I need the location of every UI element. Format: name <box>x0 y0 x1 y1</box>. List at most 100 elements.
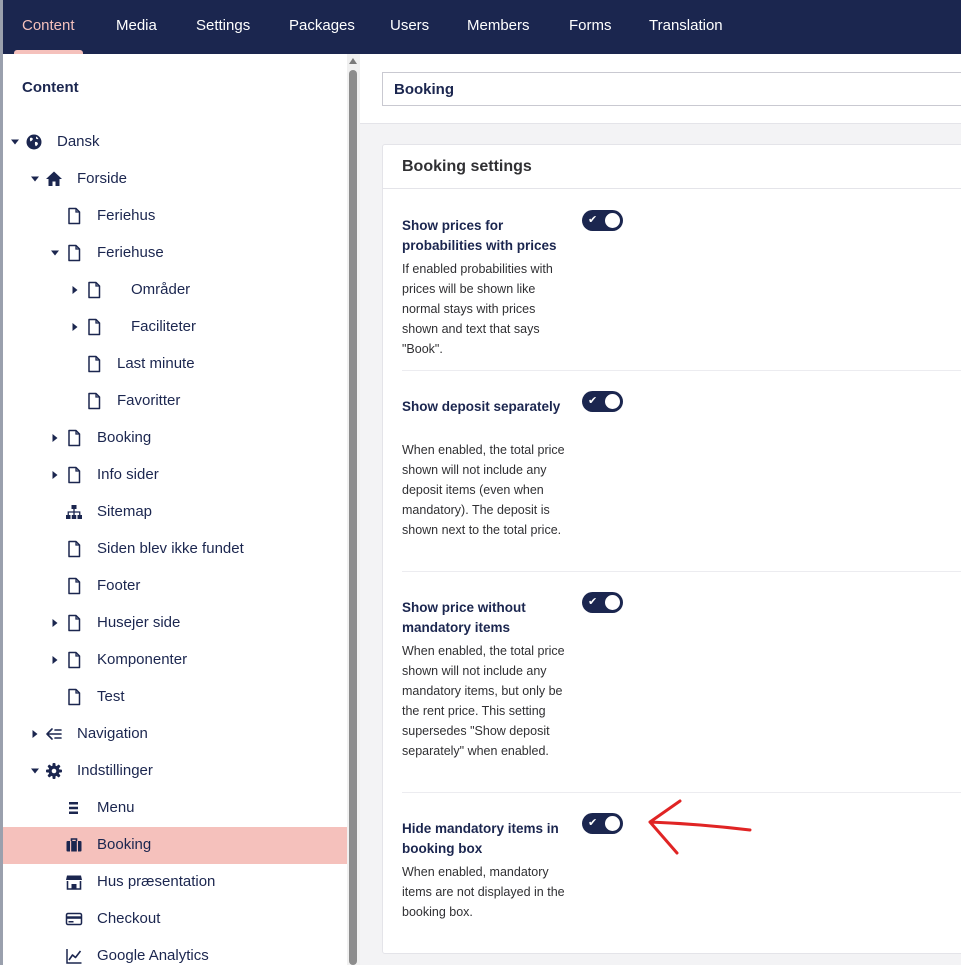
top-navigation: Content Media Settings Packages Users Me… <box>0 0 961 54</box>
credit-card-icon <box>65 912 83 926</box>
caret-down-icon[interactable] <box>30 174 40 184</box>
tree-item-forside[interactable]: Forside <box>3 161 347 198</box>
tree-label: Husejer side <box>97 614 181 631</box>
globe-icon <box>26 134 42 150</box>
caret-right-icon[interactable] <box>50 470 60 480</box>
home-icon <box>46 171 62 186</box>
tree-label: Feriehus <box>97 207 156 224</box>
tree-label: Hus præsentation <box>97 873 216 890</box>
tab-content[interactable]: Content <box>14 0 83 54</box>
tree-item-dansk[interactable]: Dansk <box>3 124 347 161</box>
tab-forms[interactable]: Forms <box>569 0 612 54</box>
caret-right-icon[interactable] <box>70 322 80 332</box>
tab-members[interactable]: Members <box>467 0 530 54</box>
tree-item-feriehuse[interactable]: Feriehuse <box>3 235 347 272</box>
property-description: If enabled probabilities with prices wil… <box>402 262 553 356</box>
check-icon: ✔ <box>588 395 598 407</box>
content-tree-sidebar: Content Dansk Forside Feriehus Feriehuse… <box>3 54 347 965</box>
tree-item-navigation[interactable]: Navigation <box>3 716 347 753</box>
tree-item-omrader[interactable]: Områder <box>3 272 347 309</box>
property-divider <box>402 370 961 371</box>
tree-label: Favoritter <box>117 392 181 409</box>
tree-label: Områder <box>131 281 191 298</box>
panel-title: Booking settings <box>402 158 532 175</box>
toggle-hide-mandatory-items[interactable]: ✔ <box>582 813 623 834</box>
tree-item-google-analytics[interactable]: Google Analytics <box>3 938 347 965</box>
tree-item-faciliteter[interactable]: Faciliteter <box>3 309 347 346</box>
document-icon <box>68 540 81 558</box>
caret-right-icon[interactable] <box>30 729 40 739</box>
tree-label: Menu <box>97 799 135 816</box>
document-icon <box>68 651 81 669</box>
caret-right-icon[interactable] <box>50 618 60 628</box>
property-description: When enabled, mandatory items are not di… <box>402 865 565 919</box>
toggle-show-price-without-mandatory[interactable]: ✔ <box>582 592 623 613</box>
caret-down-icon[interactable] <box>10 137 20 147</box>
tree-item-husejer-side[interactable]: Husejer side <box>3 605 347 642</box>
caret-right-icon[interactable] <box>50 433 60 443</box>
document-icon <box>68 577 81 595</box>
tree-label: Komponenter <box>97 651 188 668</box>
tree-item-checkout[interactable]: Checkout <box>3 901 347 938</box>
tree-item-booking-settings[interactable]: Booking <box>3 827 347 864</box>
node-name-input[interactable] <box>382 72 961 106</box>
editor-header <box>360 54 961 124</box>
check-icon: ✔ <box>588 596 598 608</box>
caret-down-icon[interactable] <box>30 766 40 776</box>
tree-label: Test <box>97 688 125 705</box>
toggle-show-deposit-separately[interactable]: ✔ <box>582 391 623 412</box>
tree-item-info-sider[interactable]: Info sider <box>3 457 347 494</box>
scroll-thumb[interactable] <box>349 70 357 965</box>
check-icon: ✔ <box>588 214 598 226</box>
document-icon <box>88 355 101 373</box>
document-icon <box>68 207 81 225</box>
tree-item-sitemap[interactable]: Sitemap <box>3 494 347 531</box>
gear-icon <box>46 763 62 779</box>
toggle-show-prices-probabilities[interactable]: ✔ <box>582 210 623 231</box>
property-label: Show price without mandatory items <box>402 600 526 635</box>
tree-item-test[interactable]: Test <box>3 679 347 716</box>
tab-media[interactable]: Media <box>116 0 157 54</box>
menu-icon <box>69 802 78 814</box>
tree-label: Navigation <box>77 725 148 742</box>
tree-label: Sitemap <box>97 503 153 520</box>
tab-users[interactable]: Users <box>390 0 429 54</box>
tree-item-last-minute[interactable]: Last minute <box>3 346 347 383</box>
tree-item-hus-praesentation[interactable]: Hus præsentation <box>3 864 347 901</box>
tab-translation[interactable]: Translation <box>649 0 723 54</box>
tree-label: Faciliteter <box>131 318 197 335</box>
tree-item-komponenter[interactable]: Komponenter <box>3 642 347 679</box>
tab-packages[interactable]: Packages <box>289 0 355 54</box>
document-icon <box>68 244 81 262</box>
tree-label: Info sider <box>97 466 159 483</box>
tree-item-favoritter[interactable]: Favoritter <box>3 383 347 420</box>
document-icon <box>88 392 101 410</box>
document-icon <box>68 614 81 632</box>
toggle-knob <box>605 816 620 831</box>
arrow-left-icon <box>648 799 752 855</box>
tree-label: Booking <box>97 836 152 853</box>
caret-right-icon[interactable] <box>50 655 60 665</box>
tree-item-siden-blev-ikke-fundet[interactable]: Siden blev ikke fundet <box>3 531 347 568</box>
property-description: When enabled, the total price shown will… <box>402 443 565 537</box>
tree-label: Siden blev ikke fundet <box>97 540 244 557</box>
tree-item-menu[interactable]: Menu <box>3 790 347 827</box>
chart-line-icon <box>66 949 82 964</box>
sidebar-title: Content <box>22 79 79 96</box>
tree-item-feriehus[interactable]: Feriehus <box>3 198 347 235</box>
tree-item-footer[interactable]: Footer <box>3 568 347 605</box>
property-label: Show deposit separately <box>402 399 561 414</box>
property-divider <box>402 792 961 793</box>
tab-settings[interactable]: Settings <box>196 0 250 54</box>
briefcase-icon <box>66 838 82 852</box>
caret-down-icon[interactable] <box>50 248 60 258</box>
tree-item-indstillinger[interactable]: Indstillinger <box>3 753 347 790</box>
caret-right-icon[interactable] <box>70 285 80 295</box>
sidebar-scrollbar[interactable] <box>347 54 360 965</box>
toggle-knob <box>605 213 620 228</box>
document-icon <box>68 688 81 706</box>
document-icon <box>88 281 101 299</box>
scroll-up-arrow-icon[interactable] <box>349 58 357 64</box>
tree-item-booking-page[interactable]: Booking <box>3 420 347 457</box>
tree-label: Checkout <box>97 910 161 927</box>
